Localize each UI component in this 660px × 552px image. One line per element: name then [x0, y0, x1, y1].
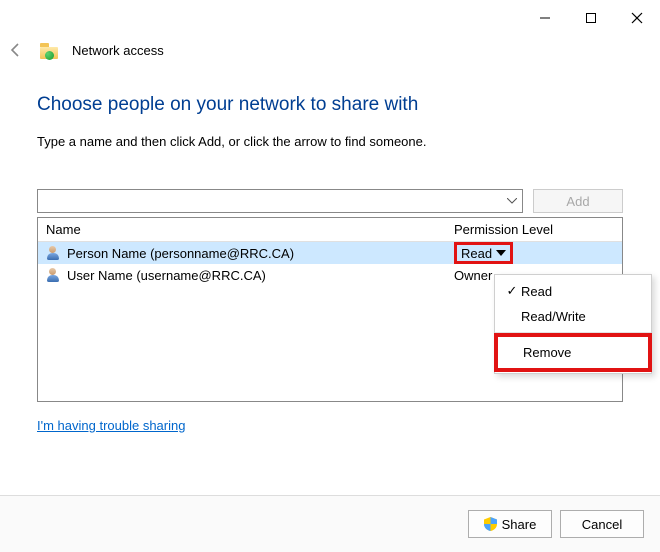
list-item[interactable]: Person Name (personname@RRC.CA) Read: [38, 242, 622, 264]
menu-item-read[interactable]: ✓ Read: [495, 278, 651, 304]
permission-dropdown[interactable]: Read: [454, 242, 513, 264]
user-icon: [46, 246, 60, 260]
chevron-down-icon: [496, 250, 506, 256]
permission-value: Owner: [454, 268, 492, 283]
maximize-button[interactable]: [568, 6, 614, 30]
minimize-button[interactable]: [522, 6, 568, 30]
titlebar: [0, 0, 660, 32]
add-button: Add: [533, 189, 623, 213]
menu-item-remove[interactable]: Remove: [497, 336, 649, 369]
page-instruction: Type a name and then click Add, or click…: [37, 134, 623, 149]
user-display: Person Name (personname@RRC.CA): [67, 246, 454, 261]
name-input[interactable]: [37, 189, 523, 213]
share-button[interactable]: Share: [468, 510, 552, 538]
trouble-sharing-link[interactable]: I'm having trouble sharing: [37, 418, 185, 433]
nav-row: Network access: [0, 32, 660, 60]
combobox-arrow-icon[interactable]: [502, 190, 522, 212]
cancel-button[interactable]: Cancel: [560, 510, 644, 538]
user-icon: [46, 268, 60, 282]
window-title: Network access: [72, 43, 164, 58]
dialog-footer: Share Cancel: [0, 495, 660, 552]
col-permission-header[interactable]: Permission Level: [454, 222, 614, 237]
list-header: Name Permission Level: [38, 218, 622, 242]
col-name-header[interactable]: Name: [46, 222, 454, 237]
check-icon: ✓: [503, 283, 521, 299]
permission-value: Read: [461, 246, 492, 261]
permission-context-menu: ✓ Read Read/Write Remove: [494, 274, 652, 374]
shield-icon: [484, 517, 497, 531]
menu-separator: [495, 332, 651, 333]
close-button[interactable]: [614, 6, 660, 30]
network-folder-icon: [40, 41, 58, 59]
menu-item-readwrite[interactable]: Read/Write: [495, 304, 651, 329]
name-combobox[interactable]: [37, 189, 523, 213]
back-button[interactable]: [6, 40, 26, 60]
page-heading: Choose people on your network to share w…: [37, 94, 623, 116]
user-display: User Name (username@RRC.CA): [67, 268, 454, 283]
